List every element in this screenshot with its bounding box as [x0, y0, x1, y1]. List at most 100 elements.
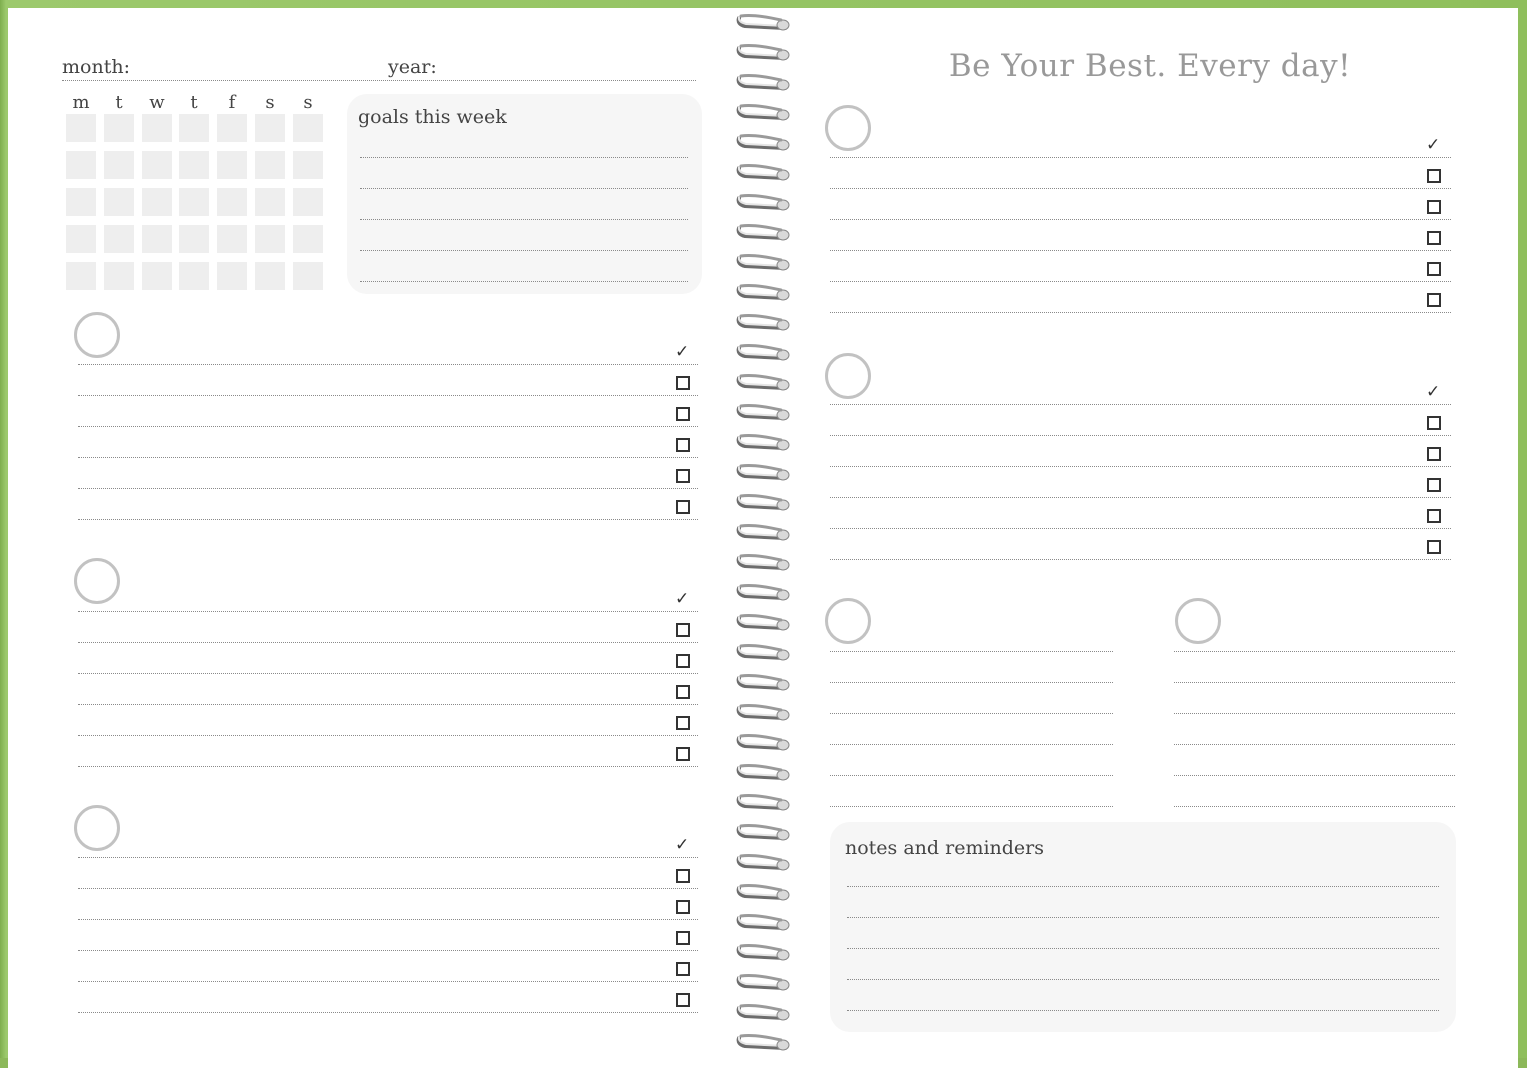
calendar-cell[interactable] — [66, 262, 96, 290]
task-line[interactable] — [78, 426, 698, 427]
task-line[interactable] — [830, 281, 1451, 282]
task-line[interactable] — [78, 704, 698, 705]
calendar-cell[interactable] — [255, 151, 285, 179]
task-line[interactable] — [78, 395, 698, 396]
task-line[interactable] — [78, 766, 698, 767]
checkbox-icon[interactable] — [1427, 231, 1441, 245]
calendar-cell[interactable] — [142, 225, 172, 253]
task-line[interactable] — [830, 157, 1451, 158]
checkbox-icon[interactable] — [676, 407, 690, 421]
checkbox-icon[interactable] — [1427, 169, 1441, 183]
calendar-cell[interactable] — [104, 262, 134, 290]
section-circle-icon[interactable] — [74, 805, 120, 851]
checkbox-icon[interactable] — [676, 500, 690, 514]
calendar-cell[interactable] — [104, 114, 134, 142]
task-line[interactable] — [830, 219, 1451, 220]
section-circle-icon[interactable] — [825, 353, 871, 399]
calendar-cell[interactable] — [293, 225, 323, 253]
section-circle-icon[interactable] — [74, 312, 120, 358]
calendar-cell[interactable] — [293, 114, 323, 142]
list-line[interactable] — [830, 806, 1113, 807]
checkbox-icon[interactable] — [676, 685, 690, 699]
task-line[interactable] — [78, 950, 698, 951]
task-line[interactable] — [78, 1012, 698, 1013]
checkbox-icon[interactable] — [1427, 416, 1441, 430]
checkbox-icon[interactable] — [676, 900, 690, 914]
calendar-cell[interactable] — [255, 262, 285, 290]
task-line[interactable] — [78, 981, 698, 982]
checkbox-icon[interactable] — [1427, 447, 1441, 461]
task-line[interactable] — [78, 457, 698, 458]
task-line[interactable] — [78, 888, 698, 889]
calendar-cell[interactable] — [293, 262, 323, 290]
task-line[interactable] — [78, 735, 698, 736]
calendar-cell[interactable] — [104, 188, 134, 216]
goals-line[interactable] — [360, 281, 688, 282]
list-line[interactable] — [1174, 744, 1455, 745]
checkbox-icon[interactable] — [676, 654, 690, 668]
checkbox-icon[interactable] — [676, 962, 690, 976]
section-circle-icon[interactable] — [74, 558, 120, 604]
checkbox-icon[interactable] — [676, 438, 690, 452]
notes-line[interactable] — [847, 979, 1439, 980]
checkbox-icon[interactable] — [676, 623, 690, 637]
list-line[interactable] — [1174, 806, 1455, 807]
list-line[interactable] — [830, 651, 1113, 652]
checkbox-icon[interactable] — [676, 376, 690, 390]
calendar-cell[interactable] — [255, 225, 285, 253]
notes-line[interactable] — [847, 917, 1439, 918]
section-circle-icon[interactable] — [825, 598, 871, 644]
checkbox-icon[interactable] — [1427, 293, 1441, 307]
list-line[interactable] — [1174, 682, 1455, 683]
checkbox-icon[interactable] — [1427, 478, 1441, 492]
checkbox-icon[interactable] — [1427, 540, 1441, 554]
calendar-cell[interactable] — [179, 114, 209, 142]
task-line[interactable] — [78, 642, 698, 643]
list-line[interactable] — [830, 682, 1113, 683]
calendar-cell[interactable] — [66, 188, 96, 216]
calendar-cell[interactable] — [255, 188, 285, 216]
task-line[interactable] — [78, 519, 698, 520]
checkbox-icon[interactable] — [1427, 262, 1441, 276]
goals-line[interactable] — [360, 219, 688, 220]
calendar-cell[interactable] — [104, 225, 134, 253]
notes-line[interactable] — [847, 886, 1439, 887]
task-line[interactable] — [78, 673, 698, 674]
calendar-cell[interactable] — [104, 151, 134, 179]
checkbox-icon[interactable] — [676, 993, 690, 1007]
calendar-cell[interactable] — [142, 151, 172, 179]
calendar-cell[interactable] — [217, 114, 247, 142]
calendar-cell[interactable] — [66, 225, 96, 253]
task-line[interactable] — [78, 919, 698, 920]
task-line[interactable] — [78, 611, 698, 612]
task-line[interactable] — [78, 857, 698, 858]
checkbox-icon[interactable] — [676, 469, 690, 483]
goals-line[interactable] — [360, 250, 688, 251]
task-line[interactable] — [830, 250, 1451, 251]
calendar-cell[interactable] — [217, 225, 247, 253]
task-line[interactable] — [830, 559, 1451, 560]
checkbox-icon[interactable] — [676, 716, 690, 730]
task-line[interactable] — [830, 435, 1451, 436]
calendar-cell[interactable] — [217, 188, 247, 216]
notes-line[interactable] — [847, 1010, 1439, 1011]
list-line[interactable] — [1174, 651, 1455, 652]
task-line[interactable] — [830, 466, 1451, 467]
task-line[interactable] — [78, 364, 698, 365]
task-line[interactable] — [830, 497, 1451, 498]
month-year-line[interactable] — [62, 80, 696, 81]
calendar-cell[interactable] — [179, 262, 209, 290]
list-line[interactable] — [830, 775, 1113, 776]
task-line[interactable] — [830, 312, 1451, 313]
calendar-cell[interactable] — [142, 114, 172, 142]
calendar-cell[interactable] — [66, 114, 96, 142]
list-line[interactable] — [830, 713, 1113, 714]
checkbox-icon[interactable] — [1427, 200, 1441, 214]
calendar-cell[interactable] — [66, 151, 96, 179]
calendar-cell[interactable] — [179, 188, 209, 216]
checkbox-icon[interactable] — [676, 869, 690, 883]
list-line[interactable] — [830, 744, 1113, 745]
calendar-cell[interactable] — [217, 262, 247, 290]
checkbox-icon[interactable] — [676, 931, 690, 945]
checkbox-icon[interactable] — [676, 747, 690, 761]
